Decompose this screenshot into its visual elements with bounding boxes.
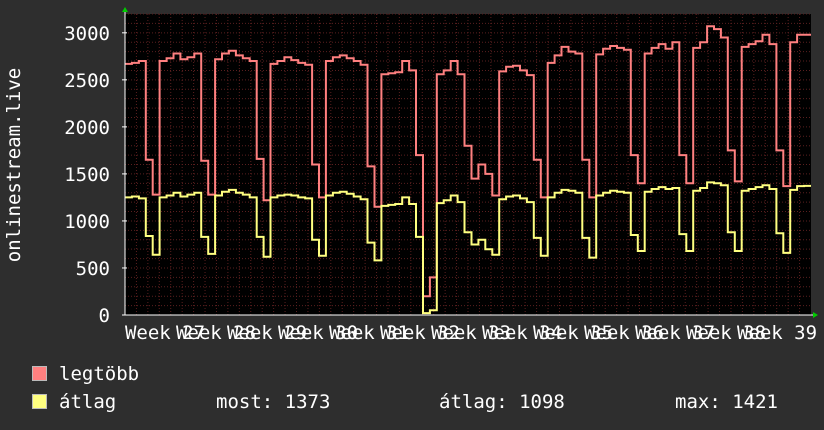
y-tick-label: 2500: [64, 70, 110, 92]
y-tick-label: 500: [76, 258, 110, 280]
y-axis-label: onlinestream.live: [3, 68, 25, 262]
stat-max: max: 1421: [675, 391, 778, 413]
x-tick-labels: Week 27Week 28Week 29Week 30Week 31Week …: [125, 322, 817, 344]
x-tick-label: Week 39: [737, 322, 817, 344]
y-tick-label: 1500: [64, 164, 110, 186]
legend-label-max: legtöbb: [59, 363, 140, 385]
y-axis-arrow: [122, 7, 128, 12]
legend-label-avg: átlag: [59, 391, 117, 413]
legend-item-max: legtöbb: [32, 363, 139, 385]
y-tick-label: 3000: [64, 23, 110, 45]
y-tick-label: 2000: [64, 117, 110, 139]
legend-item-avg: átlag: [32, 391, 116, 413]
stat-avg: átlag: 1098: [439, 391, 565, 413]
grid: [125, 13, 811, 316]
y-tick-label: 1000: [64, 211, 110, 233]
legend-swatch-avg: [32, 394, 47, 409]
stat-now: most: 1373: [216, 391, 331, 413]
legend-swatch-max: [32, 366, 47, 381]
y-tick-label: 0: [99, 305, 110, 327]
y-tick-labels: 0 500 1000 1500 2000 2500 3000: [64, 23, 110, 327]
x-axis-arrow: [813, 312, 818, 318]
